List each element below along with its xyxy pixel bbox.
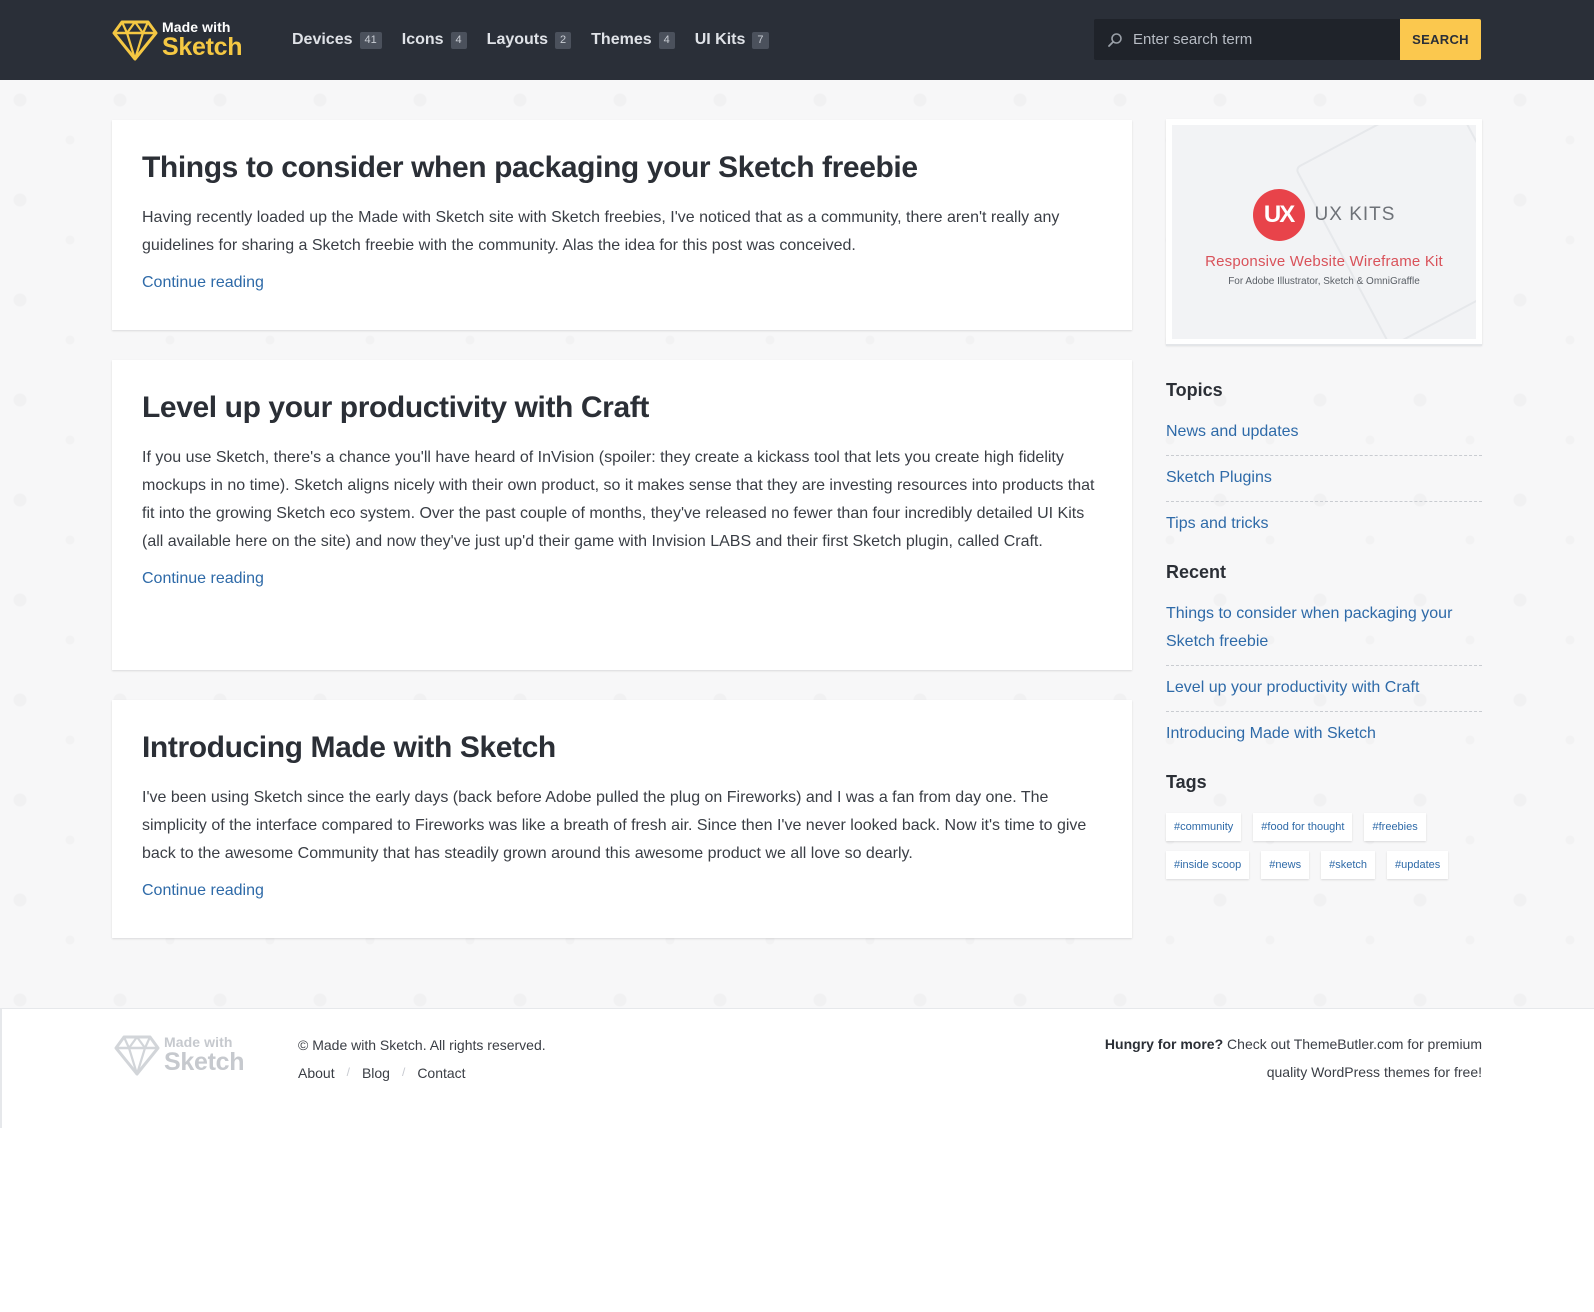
post-title[interactable]: Introducing Made with Sketch — [142, 730, 1102, 766]
continue-reading-link[interactable]: Continue reading — [142, 570, 264, 588]
recent-heading: Recent — [1166, 562, 1227, 582]
search-button[interactable]: SEARCH — [1400, 19, 1481, 60]
nav-item-icons[interactable]: Icons 4 — [402, 31, 467, 49]
post-title[interactable]: Level up your productivity with Craft — [142, 390, 1102, 426]
nav-count-badge: 2 — [555, 31, 572, 49]
nav-item-themes[interactable]: Themes 4 — [591, 31, 675, 49]
topic-link[interactable]: Tips and tricks — [1166, 502, 1482, 547]
ad-subheadline: For Adobe Illustrator, Sketch & OmniGraf… — [1228, 276, 1420, 287]
tag-link[interactable]: #freebies — [1364, 813, 1426, 841]
nav-label: Icons — [401, 31, 444, 48]
nav-label: Devices — [292, 31, 353, 48]
footer-link-about[interactable]: About — [298, 1065, 335, 1081]
footer-logo-text-big: Sketch — [164, 1048, 245, 1076]
search-icon — [1108, 32, 1122, 47]
topics-list: News and updates Sketch Plugins Tips and… — [1166, 410, 1482, 547]
sidebar-ad-banner[interactable]: UX UX KITS Responsive Website Wireframe … — [1166, 119, 1482, 345]
nav-count-badge: 7 — [752, 31, 769, 49]
nav-label: Themes — [591, 31, 652, 48]
promo-body: Check out ThemeButler.com for premium qu… — [1223, 1036, 1482, 1080]
ux-kits-logo-icon: UX — [1252, 189, 1305, 241]
site-logo[interactable]: Made with Sketch — [112, 18, 252, 62]
site-footer: Made with Sketch © Made with Sketch. All… — [0, 1008, 1594, 1128]
tag-link[interactable]: #sketch — [1321, 851, 1375, 879]
tag-link[interactable]: #updates — [1387, 851, 1449, 879]
tag-link[interactable]: #community — [1166, 813, 1242, 841]
separator-slash: / — [346, 1065, 350, 1079]
nav-count-badge: 41 — [359, 31, 382, 49]
ad-brand-name: UX KITS — [1314, 204, 1396, 225]
recent-post-link[interactable]: Introducing Made with Sketch — [1166, 712, 1482, 757]
separator-slash: / — [401, 1065, 406, 1079]
copyright-text: © Made with Sketch. All rights reserved. — [298, 1037, 546, 1053]
nav-item-layouts[interactable]: Layouts 2 — [486, 31, 572, 49]
ad-headline: Responsive Website Wireframe Kit — [1205, 253, 1443, 270]
nav-label: UI Kits — [694, 31, 746, 48]
ad-brand: UX UX KITS — [1252, 189, 1396, 241]
footer-logo-text-small: Made with — [164, 1034, 233, 1050]
search-input[interactable] — [1133, 31, 1400, 48]
tag-link[interactable]: #inside scoop — [1166, 851, 1250, 879]
tag-cloud: #community #food for thought #freebies #… — [1166, 813, 1486, 889]
continue-reading-link[interactable]: Continue reading — [142, 274, 264, 292]
promo-text: Hungry for more? Check out ThemeButler.c… — [1062, 1030, 1482, 1086]
post-excerpt: Having recently loaded up the Made with … — [142, 209, 1060, 254]
recent-posts-list: Things to consider when packaging your S… — [1166, 592, 1482, 757]
recent-post-link[interactable]: Level up your productivity with Craft — [1166, 666, 1482, 712]
diamond-logo-icon — [114, 1035, 160, 1076]
top-navigation-bar: Made with Sketch Devices 41 Icons 4 Layo… — [0, 0, 1594, 80]
search-field-wrapper — [1094, 19, 1400, 60]
footer-nav: About / Blog / Contact — [298, 1065, 466, 1081]
diamond-logo-icon — [112, 20, 158, 61]
sidebar-divider — [1166, 344, 1482, 346]
footer-link-contact[interactable]: Contact — [417, 1065, 465, 1081]
post-card: Level up your productivity with Craft If… — [112, 360, 1132, 670]
nav-count-badge: 4 — [450, 31, 467, 49]
nav-item-devices[interactable]: Devices 41 — [292, 31, 382, 49]
post-title[interactable]: Things to consider when packaging your S… — [142, 150, 1102, 186]
search-form: SEARCH — [1094, 19, 1481, 60]
tag-link[interactable]: #news — [1261, 851, 1310, 879]
post-card: Introducing Made with Sketch I've been u… — [112, 700, 1132, 938]
footer-logo[interactable]: Made with Sketch — [114, 1033, 244, 1077]
nav-item-ui-kits[interactable]: UI Kits 7 — [695, 31, 769, 49]
nav-label: Layouts — [486, 31, 549, 48]
topic-link[interactable]: Sketch Plugins — [1166, 456, 1482, 502]
tags-heading: Tags — [1166, 772, 1207, 792]
promo-bold: Hungry for more? — [1104, 1036, 1224, 1052]
ad-image: UX UX KITS Responsive Website Wireframe … — [1172, 125, 1476, 339]
logo-text-big: Sketch — [162, 33, 243, 61]
recent-post-link[interactable]: Things to consider when packaging your S… — [1166, 592, 1482, 666]
tag-link[interactable]: #food for thought — [1253, 813, 1353, 841]
topic-link[interactable]: News and updates — [1166, 410, 1482, 456]
topics-heading: Topics — [1166, 380, 1223, 400]
post-excerpt: If you use Sketch, there's a chance you'… — [142, 449, 1095, 550]
logo-text-small: Made with — [162, 19, 231, 35]
post-excerpt: I've been using Sketch since the early d… — [142, 789, 1087, 862]
nav-count-badge: 4 — [658, 31, 675, 49]
continue-reading-link[interactable]: Continue reading — [142, 882, 264, 900]
main-nav: Devices 41 Icons 4 Layouts 2 Themes 4 UI… — [292, 0, 789, 80]
footer-link-blog[interactable]: Blog — [362, 1065, 390, 1081]
post-card: Things to consider when packaging your S… — [112, 120, 1132, 330]
